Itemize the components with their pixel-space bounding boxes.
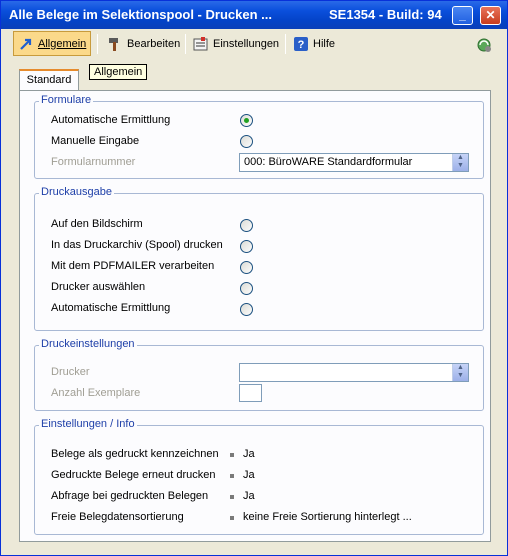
info-group-title: Einstellungen / Info [39,418,137,430]
toolbar-allgemein-label: Allgemein [38,37,87,50]
refresh-button[interactable] [471,31,495,56]
drucker-label: Drucker [51,366,90,378]
option-label: Automatische Ermittlung [51,114,171,126]
manuelle-eingabe-radio[interactable] [240,135,253,148]
bullet-icon [230,495,234,499]
spin-icon[interactable]: ▲ ▼ [452,364,468,381]
pdfmailer-radio[interactable] [240,261,253,274]
option-label: Automatische Ermittlung [51,302,171,314]
formnumber-label: Formularnummer [51,156,136,168]
info-label: Belege als gedruckt kennzeichnen [51,448,219,460]
window-build: SE1354 - Build: 94 [329,7,442,22]
auto-ermittlung-radio[interactable] [240,114,253,127]
option-label: Manuelle Eingabe [51,135,140,147]
info-value: keine Freie Sortierung hinterlegt ... [243,511,412,523]
tooltip: Allgemein [89,64,148,80]
druckausgabe-group: Druckausgabe Auf den Bildschirm In das D… [34,186,484,331]
tab-standard[interactable]: Standard [19,69,79,91]
exemplare-label: Anzahl Exemplare [51,387,141,399]
toolbar-bearbeiten-label: Bearbeiten [127,37,181,50]
option-label: Auf den Bildschirm [51,218,143,230]
toolbar-bearbeiten-button[interactable]: Bearbeiten [103,31,184,56]
formnumber-value: 000: BüroWARE Standardformular [244,156,413,168]
info-value: Ja [243,490,255,502]
settings-icon [193,36,209,52]
auto-ermittlung-radio-2[interactable] [240,303,253,316]
toolbar-einstellungen-button[interactable]: Einstellungen [189,31,283,56]
druckausgabe-group-title: Druckausgabe [39,186,114,198]
toolbar: Allgemein Bearbeiten Einstellungen ? Hil… [5,31,503,57]
option-label: Mit dem PDFMAILER verarbeiten [51,260,215,272]
formulare-group-title: Formulare [39,94,94,106]
minimize-button[interactable]: _ [452,6,473,25]
toolbar-allgemein-button[interactable]: Allgemein [13,31,92,56]
recycle-icon [475,36,491,52]
druckarchiv-radio[interactable] [240,240,253,253]
spin-icon[interactable]: ▲ ▼ [452,154,468,171]
title-bar[interactable]: Alle Belege im Selektionspool - Drucken … [1,1,507,29]
info-value: Ja [243,448,255,460]
hammer-icon [107,36,123,52]
bildschirm-radio[interactable] [240,219,253,232]
info-group: Einstellungen / Info Belege als gedruckt… [34,418,484,535]
option-label: Drucker auswählen [51,281,146,293]
drucker-select[interactable]: ▲ ▼ [239,363,469,382]
option-label: In das Druckarchiv (Spool) drucken [51,239,223,251]
close-button[interactable]: ✕ [480,6,501,25]
druckeinstellungen-group: Druckeinstellungen Drucker ▲ ▼ Anzahl Exe… [34,338,484,411]
exemplare-input[interactable] [239,384,262,402]
formnumber-select[interactable]: 000: BüroWARE Standardformular ▲ ▼ [239,153,469,172]
help-icon: ? [293,36,309,52]
toolbar-einstellungen-label: Einstellungen [213,37,280,50]
arrow-icon [18,36,34,52]
bullet-icon [230,516,234,520]
toolbar-hilfe-label: Hilfe [313,37,336,50]
svg-text:?: ? [298,39,305,51]
info-label: Freie Belegdatensortierung [51,511,184,523]
info-label: Abfrage bei gedruckten Belegen [51,490,209,502]
formulare-group: Formulare Automatische Ermittlung Manuel… [34,94,484,179]
info-value: Ja [243,469,255,481]
window-title: Alle Belege im Selektionspool - Drucken … [9,7,272,22]
bullet-icon [230,453,234,457]
print-dialog-window: Alle Belege im Selektionspool - Drucken … [0,0,508,556]
drucker-auswaehlen-radio[interactable] [240,282,253,295]
info-label: Gedruckte Belege erneut drucken [51,469,216,481]
druckeinstellungen-group-title: Druckeinstellungen [39,338,137,350]
toolbar-hilfe-button[interactable]: ? Hilfe [289,31,339,56]
tab-panel: Formulare Automatische Ermittlung Manuel… [19,90,491,542]
bullet-icon [230,474,234,478]
